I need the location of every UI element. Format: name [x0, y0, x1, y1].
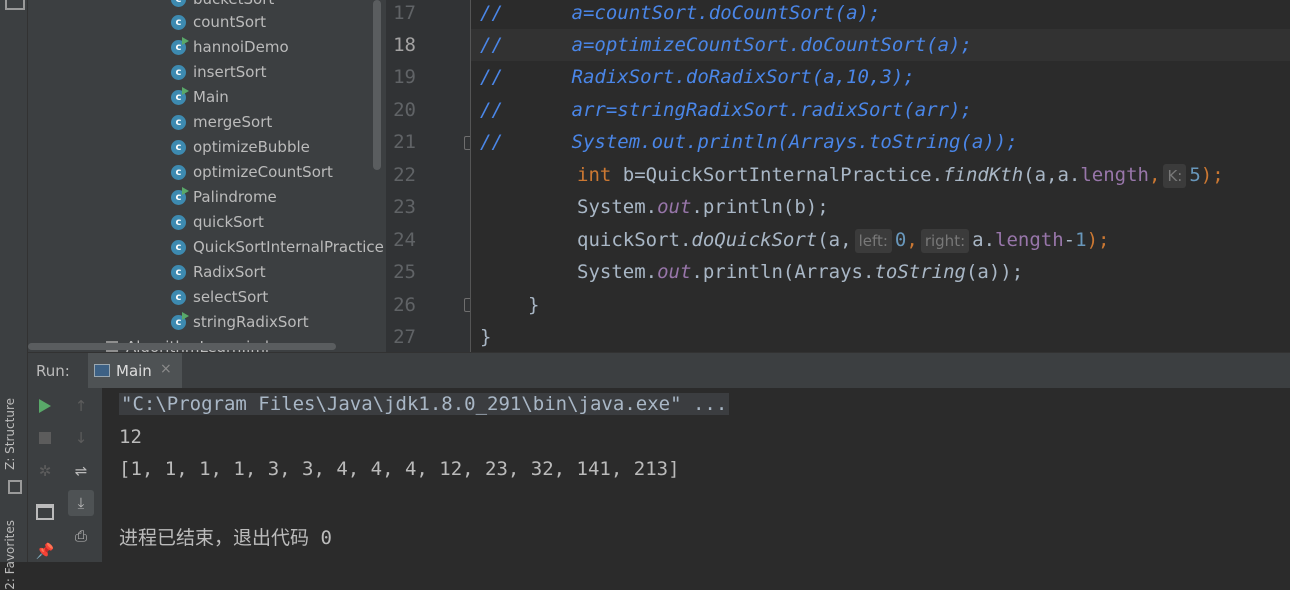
layout-icon	[36, 504, 54, 520]
tree-item[interactable]: c selectSort	[171, 285, 268, 310]
run-tab-label: Main	[116, 362, 152, 380]
tree-item[interactable]: c quickSort	[171, 210, 264, 235]
close-tab-icon[interactable]: ×	[160, 361, 172, 377]
layout-button[interactable]	[32, 498, 58, 524]
tree-item[interactable]: c countSort	[171, 10, 266, 35]
tree-item[interactable]: c Main	[171, 85, 229, 110]
console-line: [1, 1, 1, 1, 3, 3, 4, 4, 4, 12, 23, 32, …	[119, 458, 680, 480]
line-number: 23	[393, 196, 416, 218]
run-toolbar: ✲ 📌 ↑ ↓ ⇌ ⤓ ⎙	[28, 388, 102, 562]
code-line-27[interactable]: }	[480, 321, 491, 353]
rerun-button[interactable]	[32, 393, 58, 419]
parameter-hint: left:	[854, 229, 892, 253]
tree-item[interactable]: c Palindrome	[171, 185, 277, 210]
code-line-20[interactable]: // arr=stringRadixSort.radixSort(arr);	[480, 94, 972, 126]
code-line-22[interactable]: int b=QuickSortInternalPractice.findKth(…	[577, 159, 1224, 191]
class-icon: c	[171, 0, 186, 7]
project-tree: cbucketSort ccountSort channoiDemo cinse…	[28, 0, 386, 352]
stop-icon	[39, 432, 51, 444]
run-tab-main[interactable]: Main ×	[88, 353, 182, 388]
tree-item[interactable]: c optimizeCountSort	[171, 160, 333, 185]
class-icon: c	[171, 65, 186, 80]
scroll-up-button[interactable]: ↑	[68, 393, 94, 419]
tree-horizontal-scrollbar[interactable]	[28, 343, 336, 350]
line-number: 18	[393, 34, 416, 56]
line-number: 20	[393, 99, 416, 121]
line-number: 27	[393, 326, 416, 348]
code-line-21[interactable]: // System.out.println(Arrays.toString(a)…	[480, 126, 1018, 158]
class-icon: c	[171, 140, 186, 155]
pin-button[interactable]: 📌	[32, 538, 58, 564]
tree-item[interactable]: c mergeSort	[171, 110, 272, 135]
tree-item[interactable]: c QuickSortInternalPractice	[171, 235, 384, 260]
tree-item[interactable]: c insertSort	[171, 60, 267, 85]
class-icon: c	[171, 165, 186, 180]
gutter-divider	[470, 0, 471, 352]
console-line: "C:\Program Files\Java\jdk1.8.0_291\bin\…	[119, 393, 730, 415]
run-panel-header: Run: Main ×	[28, 352, 1290, 389]
line-number: 21	[393, 131, 416, 153]
console-line: 进程已结束，退出代码 0	[119, 527, 332, 549]
code-line-25[interactable]: System.out.println(Arrays.toString(a));	[577, 256, 1023, 288]
structure-icon	[8, 480, 22, 494]
favorites-tool-tab[interactable]: 2: Favorites	[3, 520, 17, 590]
project-tool-icon[interactable]	[5, 0, 25, 10]
debug-button[interactable]: ✲	[32, 458, 58, 484]
code-line-19[interactable]: // RadixSort.doRadixSort(a,10,3);	[480, 61, 915, 93]
line-number: 26	[393, 294, 416, 316]
play-icon	[39, 399, 51, 413]
scroll-to-end-button[interactable]: ⤓	[68, 490, 94, 516]
left-tool-stripe: Z: Structure 2: Favorites	[0, 0, 28, 590]
soft-wrap-button[interactable]: ⇌	[68, 458, 94, 484]
class-icon: c	[171, 265, 186, 280]
line-number: 19	[393, 66, 416, 88]
class-icon: c	[171, 115, 186, 130]
parameter-hint: K:	[1163, 164, 1187, 188]
scroll-down-button[interactable]: ↓	[68, 425, 94, 451]
console-icon	[94, 364, 110, 377]
line-number-gutter: 17 18 19 20 21 22 23 24 25 26 27	[386, 0, 478, 352]
code-line-26[interactable]: }	[528, 289, 539, 321]
stop-button[interactable]	[32, 425, 58, 451]
runnable-class-icon: c	[171, 312, 189, 330]
parameter-hint: right:	[920, 229, 970, 253]
line-number: 25	[393, 261, 416, 283]
tree-vertical-scrollbar[interactable]	[373, 0, 381, 170]
print-button[interactable]: ⎙	[68, 523, 94, 549]
line-number: 22	[393, 164, 416, 186]
console-line: 12	[119, 426, 142, 448]
tree-item[interactable]: c RadixSort	[171, 260, 266, 285]
console-output[interactable]: "C:\Program Files\Java\jdk1.8.0_291\bin\…	[102, 388, 1290, 562]
code-line-18[interactable]: // a=optimizeCountSort.doCountSort(a);	[480, 29, 972, 61]
tree-item[interactable]: c hannoiDemo	[171, 35, 289, 60]
runnable-class-icon: c	[171, 37, 189, 55]
structure-tool-tab[interactable]: Z: Structure	[3, 398, 17, 470]
code-line-17[interactable]: // a=countSort.doCountSort(a);	[480, 0, 880, 29]
line-number: 24	[393, 229, 416, 251]
code-line-24[interactable]: quickSort.doQuickSort(a, left: 0, right: a.l…	[577, 224, 1109, 256]
class-icon: c	[171, 240, 186, 255]
run-label: Run:	[36, 362, 70, 380]
class-icon: c	[171, 15, 186, 30]
runnable-class-icon: c	[171, 87, 189, 105]
class-icon: c	[171, 215, 186, 230]
code-line-23[interactable]: System.out.println(b);	[577, 191, 829, 223]
class-icon: c	[171, 290, 186, 305]
runnable-class-icon: c	[171, 187, 189, 205]
tree-item[interactable]: c stringRadixSort	[171, 310, 309, 335]
tree-item[interactable]: c optimizeBubble	[171, 135, 310, 160]
line-number: 17	[393, 2, 416, 24]
